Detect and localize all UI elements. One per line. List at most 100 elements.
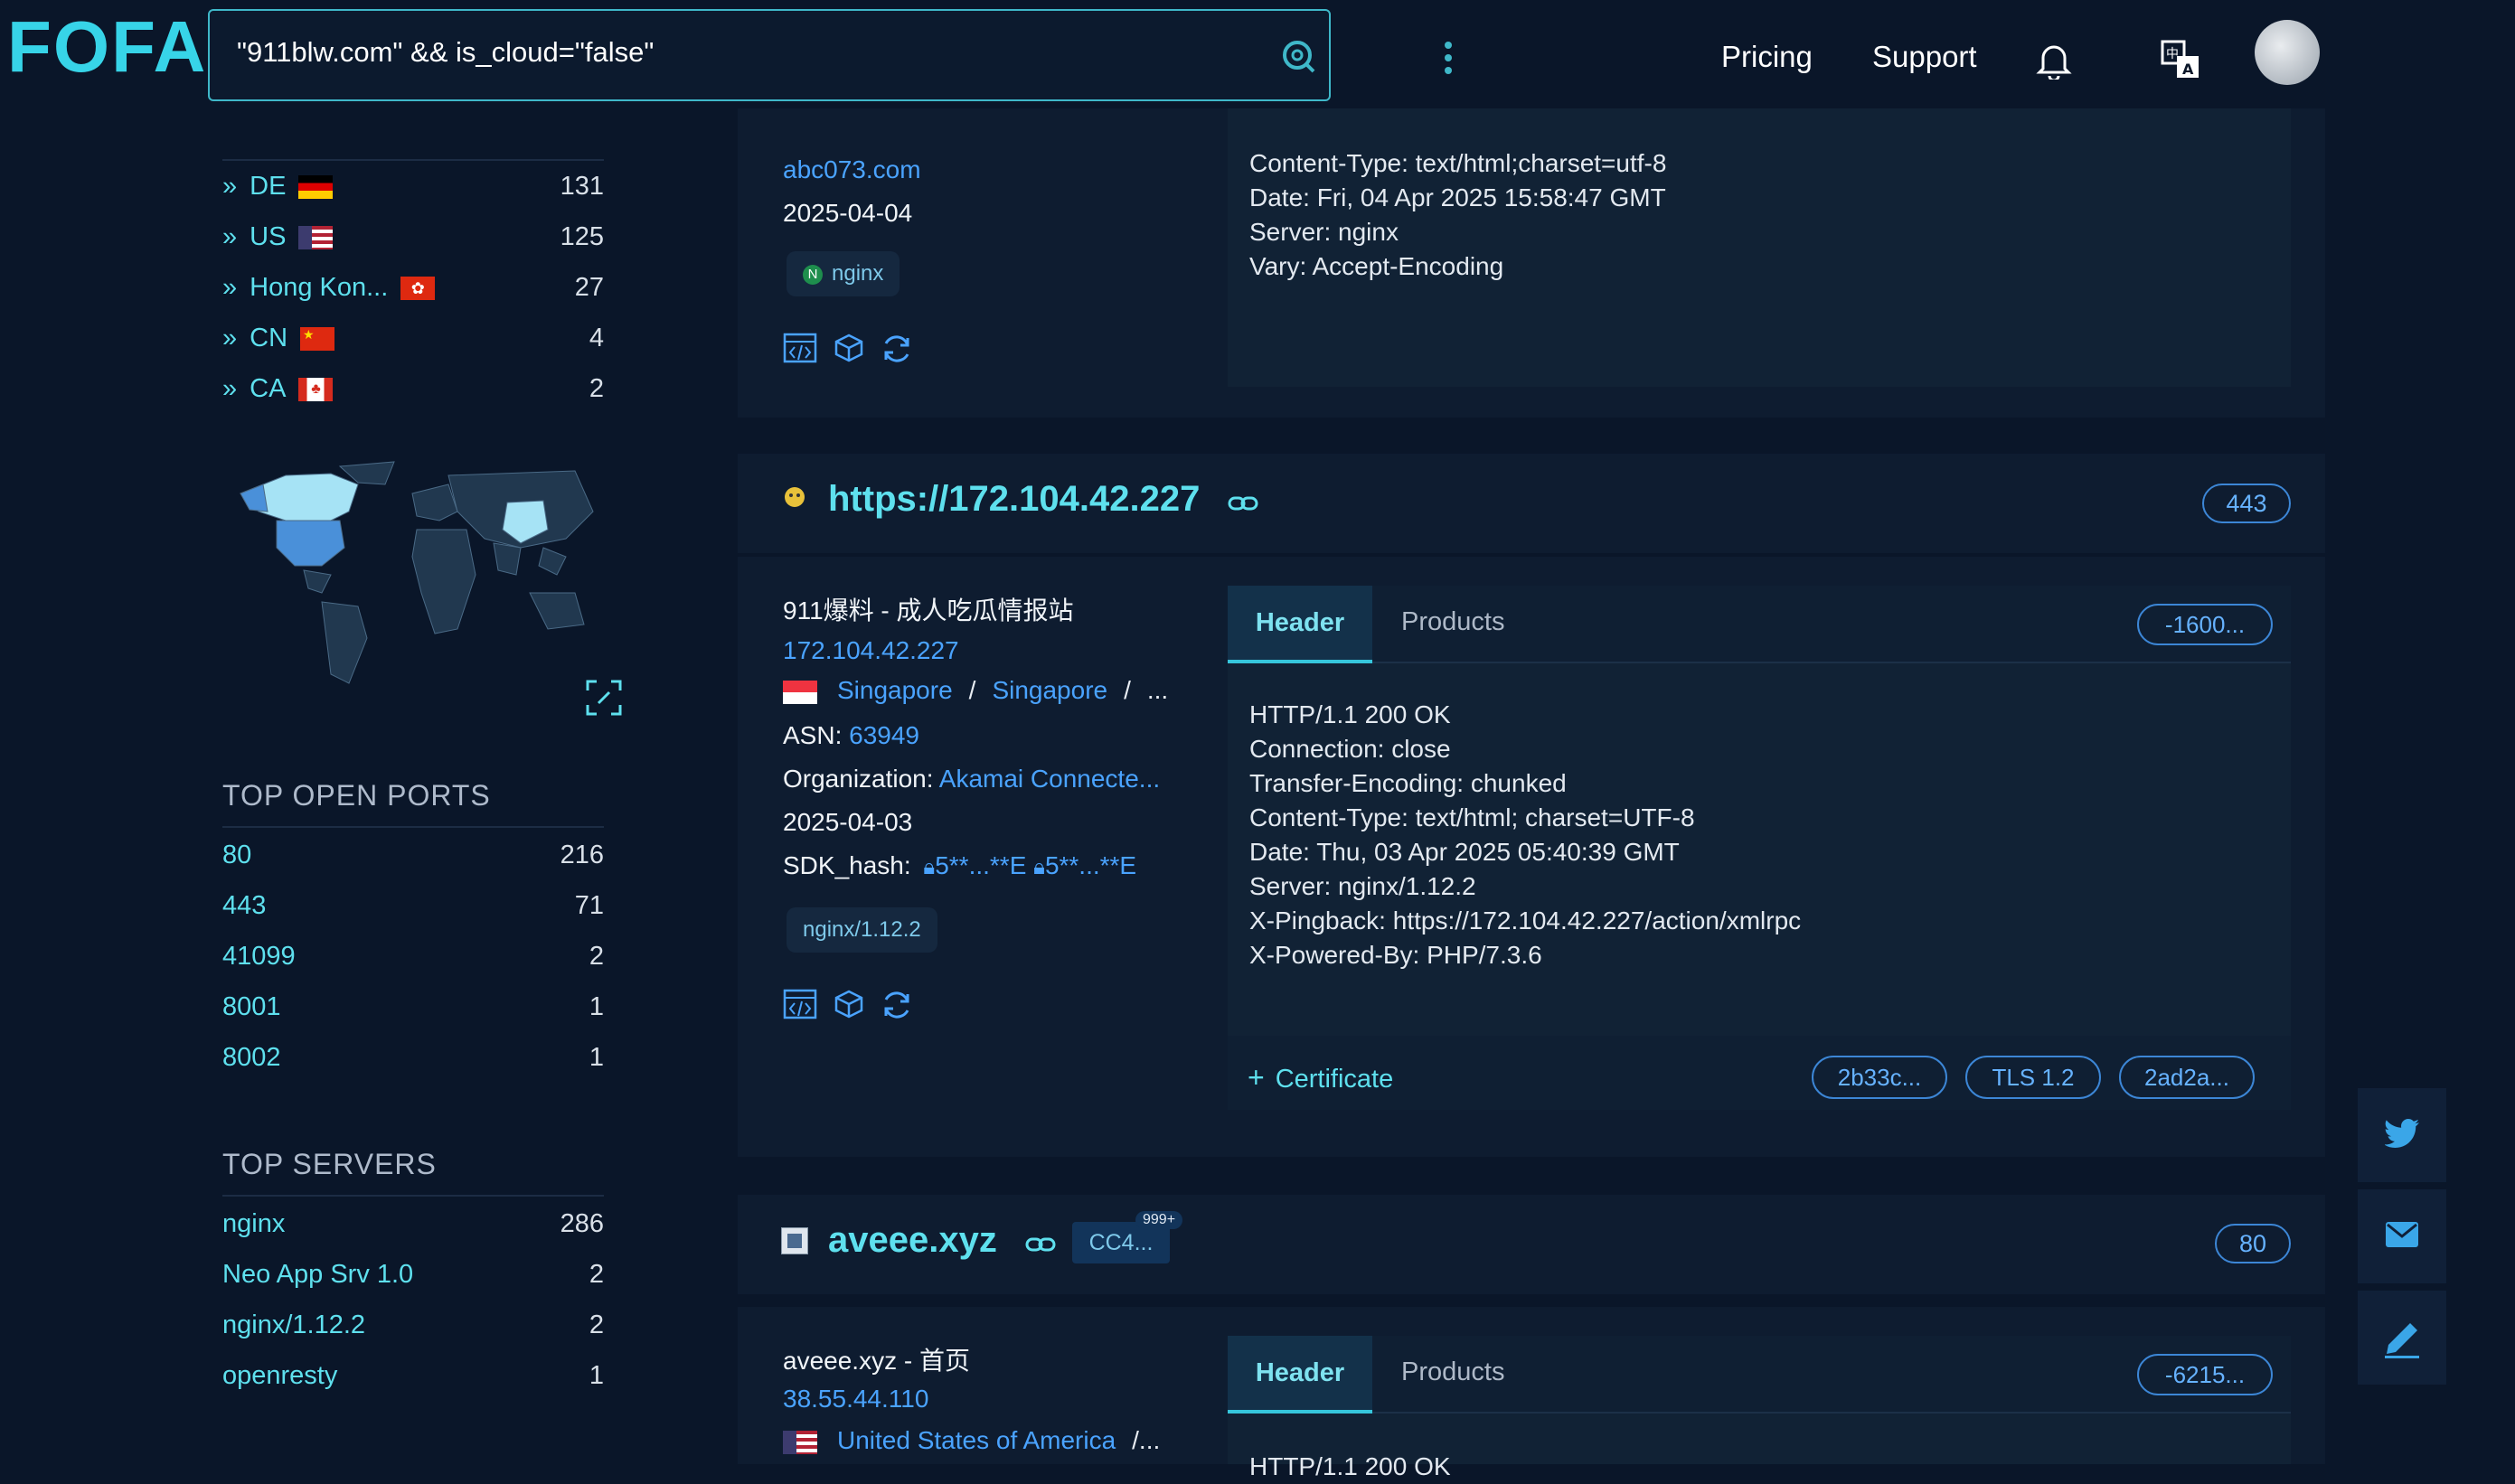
feedback-button[interactable]	[2358, 1291, 2446, 1385]
server-row[interactable]: Neo App Srv 1.0 2	[222, 1260, 604, 1310]
cert-pill[interactable]: 2ad2a...	[2119, 1056, 2255, 1099]
header-line: Content-Type: text/html; charset=UTF-8	[1249, 803, 1695, 831]
code-icon[interactable]	[783, 989, 817, 1019]
twitter-button[interactable]	[2358, 1088, 2446, 1182]
header-line: Server: nginx	[1249, 218, 1399, 246]
result-ip-link[interactable]: 38.55.44.110	[783, 1385, 928, 1414]
badge-count: 999+	[1135, 1211, 1183, 1229]
tab-header[interactable]: Header	[1228, 586, 1372, 663]
result-domain-link[interactable]: abc073.com	[783, 155, 921, 184]
location-more: ...	[1146, 676, 1169, 704]
result-url-link[interactable]: https://172.104.42.227	[828, 479, 1200, 520]
port-label[interactable]: 443	[222, 891, 266, 921]
result-title: 911爆料 - 成人吃瓜情报站	[783, 596, 1074, 625]
country-row[interactable]: » CN ★ 4	[222, 324, 604, 374]
server-row[interactable]: openresty 1	[222, 1361, 604, 1412]
country-label[interactable]: CA	[250, 374, 286, 403]
header-line: Date: Thu, 03 Apr 2025 05:40:39 GMT	[1249, 838, 1680, 866]
nav-support[interactable]: Support	[1872, 40, 1977, 74]
tab-products[interactable]: Products	[1401, 607, 1504, 637]
hash-pill[interactable]: -1600...	[2137, 604, 2273, 645]
result-ip-link[interactable]: 172.104.42.227	[783, 636, 959, 665]
refresh-icon[interactable]	[881, 333, 913, 365]
port-badge[interactable]: 443	[2202, 484, 2291, 523]
email-button[interactable]	[2358, 1189, 2446, 1283]
search-icon[interactable]	[1280, 38, 1316, 74]
world-map[interactable]	[231, 457, 604, 701]
country-label[interactable]: US	[250, 222, 286, 251]
country-label[interactable]: Hong Kon...	[250, 273, 388, 302]
country-link[interactable]: United States of America	[837, 1426, 1116, 1454]
product-tag[interactable]: Nnginx	[787, 251, 900, 296]
result-title: aveee.xyz - 首页	[783, 1347, 970, 1375]
email-icon	[2386, 1222, 2418, 1247]
result-host-link[interactable]: aveee.xyz	[828, 1220, 997, 1261]
port-row[interactable]: 443 71	[222, 891, 604, 942]
port-row[interactable]: 41099 2	[222, 942, 604, 992]
top-bar: FOFA "911blw.com" && is_cloud="false" Pr…	[0, 0, 2515, 108]
refresh-icon[interactable]	[881, 989, 913, 1021]
port-label[interactable]: 8001	[222, 992, 281, 1022]
cube-icon[interactable]	[834, 989, 864, 1019]
port-row[interactable]: 8001 1	[222, 992, 604, 1043]
country-row[interactable]: » DE 131	[222, 172, 604, 222]
result-date: 2025-04-04	[783, 199, 913, 227]
cube-icon[interactable]	[834, 333, 864, 363]
cert-pill[interactable]: TLS 1.2	[1965, 1056, 2101, 1099]
country-count: 131	[560, 172, 604, 201]
city-link[interactable]: Singapore	[992, 676, 1107, 704]
port-row[interactable]: 80 216	[222, 841, 604, 891]
server-label[interactable]: Neo App Srv 1.0	[222, 1260, 413, 1290]
cert-pill[interactable]: 2b33c...	[1812, 1056, 1947, 1099]
search-query[interactable]: "911blw.com" && is_cloud="false"	[237, 36, 654, 69]
nav-pricing[interactable]: Pricing	[1721, 40, 1813, 74]
server-label[interactable]: nginx/1.12.2	[222, 1310, 365, 1340]
certificate-toggle[interactable]: + Certificate	[1248, 1061, 1393, 1094]
chevron-double-right-icon: »	[222, 273, 238, 302]
country-link[interactable]: Singapore	[837, 676, 953, 704]
org-link[interactable]: Akamai Connecte...	[939, 765, 1160, 793]
port-label[interactable]: 80	[222, 841, 251, 870]
server-row[interactable]: nginx/1.12.2 2	[222, 1310, 604, 1361]
asn-label: ASN:	[783, 721, 843, 749]
server-count: 2	[589, 1310, 604, 1339]
tab-header[interactable]: Header	[1228, 1336, 1372, 1414]
sdk-hash-link[interactable]: 5**...**E	[935, 851, 1026, 879]
tab-products[interactable]: Products	[1401, 1357, 1504, 1387]
server-row[interactable]: nginx 286	[222, 1209, 604, 1260]
port-badge[interactable]: 80	[2215, 1224, 2291, 1263]
avatar[interactable]	[2255, 20, 2320, 85]
fofa-logo[interactable]: FOFA	[7, 11, 207, 83]
country-count: 2	[589, 374, 604, 403]
translate-icon[interactable]: A中	[2161, 40, 2200, 80]
code-icon[interactable]	[783, 333, 817, 363]
favicon-icon	[781, 1227, 808, 1254]
more-vertical-icon[interactable]	[1443, 40, 1454, 76]
country-row[interactable]: » Hong Kon... ✿ 27	[222, 273, 604, 324]
header-line: Server: nginx/1.12.2	[1249, 872, 1476, 900]
country-row[interactable]: » CA ♣ 2	[222, 374, 604, 425]
asn-link[interactable]: 63949	[849, 721, 919, 749]
port-row[interactable]: 8002 1	[222, 1043, 604, 1094]
server-label[interactable]: openresty	[222, 1361, 337, 1391]
bell-icon[interactable]	[2036, 40, 2072, 80]
server-label[interactable]: nginx	[222, 1209, 285, 1239]
port-label[interactable]: 41099	[222, 942, 296, 972]
expand-icon[interactable]	[586, 680, 622, 716]
country-count: 27	[574, 273, 604, 302]
plus-icon: +	[1248, 1061, 1265, 1094]
country-label[interactable]: CN	[250, 324, 287, 352]
location-separator: /	[968, 676, 976, 704]
link-icon[interactable]	[1025, 1235, 1056, 1254]
search-input[interactable]: "911blw.com" && is_cloud="false"	[208, 9, 1452, 101]
sdk-hash-link[interactable]: 5**...**E	[1045, 851, 1136, 879]
country-count: 4	[589, 324, 604, 352]
org-label: Organization:	[783, 765, 934, 793]
country-row[interactable]: » US 125	[222, 222, 604, 273]
product-tag[interactable]: nginx/1.12.2	[787, 907, 937, 953]
chevron-double-right-icon: »	[222, 374, 238, 403]
link-icon[interactable]	[1228, 493, 1258, 513]
country-label[interactable]: DE	[250, 172, 286, 201]
hash-pill[interactable]: -6215...	[2137, 1354, 2273, 1395]
port-label[interactable]: 8002	[222, 1043, 281, 1073]
